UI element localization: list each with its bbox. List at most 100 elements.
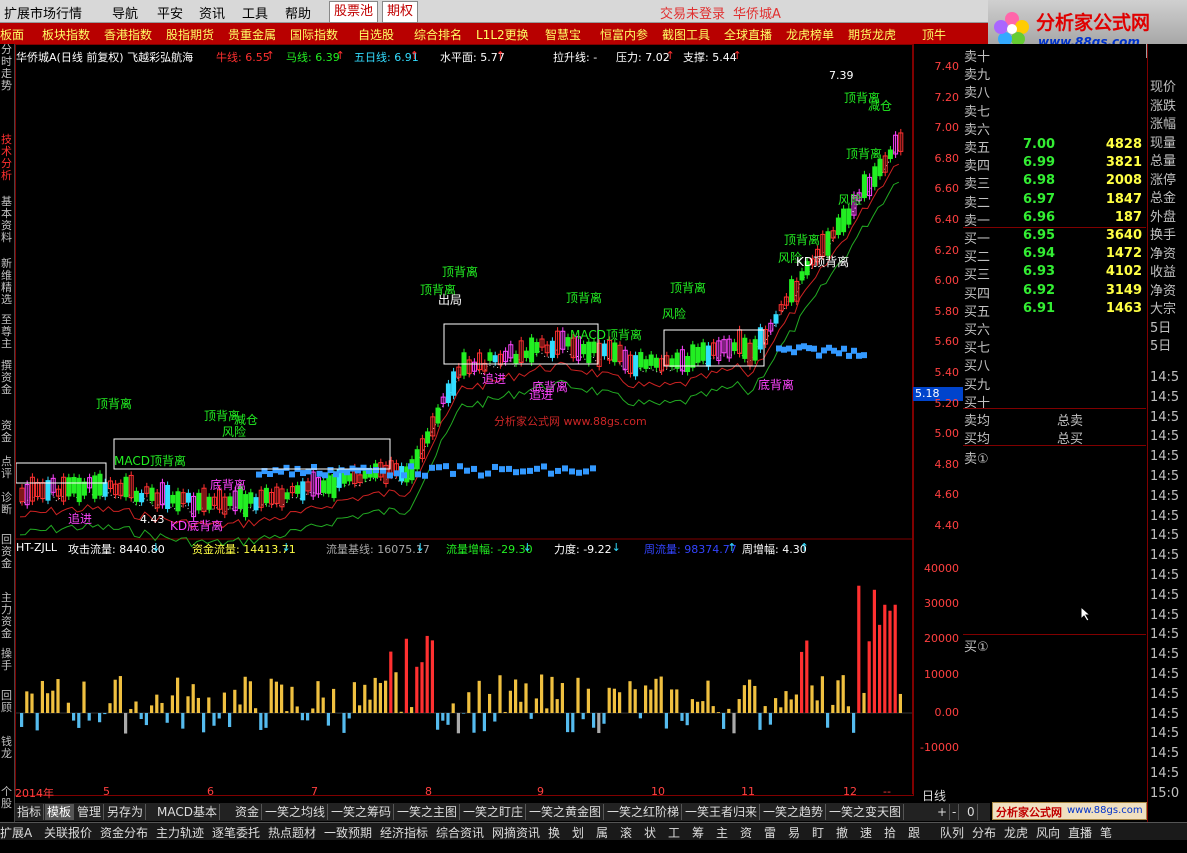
bid-row-2[interactable]: 买二 6.94 1472: [963, 246, 1146, 265]
ask-row-5[interactable]: 卖五 7.00 4828: [963, 137, 1146, 156]
status-item-21[interactable]: 盯: [812, 824, 824, 841]
nav-ranking[interactable]: 综合排名: [414, 26, 462, 43]
menu-pingan[interactable]: 平安: [157, 3, 183, 22]
status-item-9[interactable]: 网摘资讯: [492, 824, 540, 841]
left-tab-7[interactable]: 点评: [0, 456, 13, 480]
status-item-28[interactable]: 龙虎: [1004, 824, 1028, 841]
status-item-7[interactable]: 经济指标: [380, 824, 428, 841]
formula-tab-2[interactable]: 管理: [75, 804, 105, 820]
status-item-20[interactable]: 易: [788, 824, 800, 841]
left-tab-2[interactable]: 基本资料: [0, 196, 13, 244]
nav-board[interactable]: 板面: [0, 26, 24, 43]
status-item-8[interactable]: 综合资讯: [436, 824, 484, 841]
login-status[interactable]: 交易未登录: [660, 3, 725, 22]
nav-sector-index[interactable]: 板块指数: [42, 26, 90, 43]
period-label[interactable]: 日线: [922, 787, 946, 804]
formula-tab-0[interactable]: 指标: [15, 804, 45, 820]
status-item-1[interactable]: 关联报价: [44, 824, 92, 841]
status-item-13[interactable]: 滚: [620, 824, 632, 841]
left-tab-13[interactable]: 钱龙: [0, 736, 13, 760]
status-item-6[interactable]: 一致预期: [324, 824, 372, 841]
nav-dragon-tiger[interactable]: 龙虎榜单: [786, 26, 834, 43]
bid-row-5[interactable]: 买五 6.91 1463: [963, 301, 1146, 320]
status-item-10[interactable]: 换: [548, 824, 560, 841]
status-item-3[interactable]: 主力轨迹: [156, 824, 204, 841]
status-item-0[interactable]: 扩展A: [0, 824, 32, 841]
nav-global-live[interactable]: 全球直播: [724, 26, 772, 43]
status-item-11[interactable]: 划: [572, 824, 584, 841]
status-item-4[interactable]: 逐笔委托: [212, 824, 260, 841]
status-item-16[interactable]: 筹: [692, 824, 704, 841]
formula-tab-5[interactable]: 资金: [233, 804, 263, 820]
status-item-5[interactable]: 热点题材: [268, 824, 316, 841]
left-tab-1[interactable]: 技术分析: [0, 134, 13, 182]
nav-screenshot-tool[interactable]: 截图工具: [662, 26, 710, 43]
nav-index-futures[interactable]: 股指期货: [166, 26, 214, 43]
menu-extended-market[interactable]: 扩展市场行情: [4, 3, 82, 22]
ask-row-1[interactable]: 卖一 6.96 187: [963, 210, 1146, 229]
formula-tab-13[interactable]: 一笑之趋势: [761, 804, 827, 820]
nav-hk-index[interactable]: 香港指数: [104, 26, 152, 43]
left-tab-0[interactable]: 分时走势: [0, 44, 13, 92]
status-item-25[interactable]: 跟: [908, 824, 920, 841]
tab-control-0[interactable]: +: [935, 804, 951, 820]
formula-tab-11[interactable]: 一笑之红阶梯: [605, 804, 683, 820]
ask-row-4[interactable]: 卖四 6.99 3821: [963, 155, 1146, 174]
status-item-15[interactable]: 工: [668, 824, 680, 841]
left-tab-14[interactable]: 个股: [0, 786, 13, 810]
nav-l1l2-switch[interactable]: L1L2更换: [476, 26, 529, 43]
nav-precious-metals[interactable]: 贵重金属: [228, 26, 276, 43]
formula-tab-8[interactable]: 一笑之主图: [395, 804, 461, 820]
nav-global-index[interactable]: 国际指数: [290, 26, 338, 43]
formula-tab-6[interactable]: 一笑之均线: [263, 804, 329, 820]
tab-control-1[interactable]: -: [950, 804, 960, 820]
formula-tab-14[interactable]: 一笑之变天图: [827, 804, 905, 820]
menu-help[interactable]: 帮助: [285, 3, 311, 22]
left-tab-9[interactable]: 回资金: [0, 534, 13, 570]
tab-options[interactable]: 期权: [382, 1, 419, 23]
status-item-23[interactable]: 速: [860, 824, 872, 841]
nav-watchlist[interactable]: 自选股: [358, 26, 394, 43]
formula-tab-3[interactable]: 另存为: [105, 804, 147, 820]
formula-tab-1[interactable]: 模板: [45, 804, 75, 820]
menu-tools[interactable]: 工具: [242, 3, 268, 22]
ask-row-2[interactable]: 卖二 6.97 1847: [963, 192, 1146, 211]
formula-tab-7[interactable]: 一笑之筹码: [329, 804, 395, 820]
status-item-24[interactable]: 拾: [884, 824, 896, 841]
kline-chart-panel[interactable]: 华侨城A(日线 前复权) 飞越彩弘航海 牛线: 6.55 ↑ 马线: 6.39 ↑ 五日…: [15, 44, 914, 796]
left-tab-4[interactable]: 至尊主: [0, 314, 13, 350]
nav-hengfu[interactable]: 恒富内参: [600, 26, 648, 43]
menu-navigation[interactable]: 导航: [112, 3, 138, 22]
ask-row-3[interactable]: 卖三 6.98 2008: [963, 173, 1146, 192]
menu-info[interactable]: 资讯: [199, 3, 225, 22]
formula-tab-4[interactable]: MACD基本: [155, 804, 220, 820]
bid-row-4[interactable]: 买四 6.92 3149: [963, 283, 1146, 302]
bid-row-1[interactable]: 买一 6.95 3640: [963, 228, 1146, 247]
status-item-18[interactable]: 资: [740, 824, 752, 841]
status-item-31[interactable]: 笔: [1100, 824, 1112, 841]
left-tab-3[interactable]: 新维精选: [0, 258, 13, 306]
status-item-14[interactable]: 状: [644, 824, 656, 841]
formula-tab-10[interactable]: 一笑之黄金图: [527, 804, 605, 820]
status-item-22[interactable]: 撤: [836, 824, 848, 841]
left-tab-8[interactable]: 诊断: [0, 492, 13, 516]
status-item-17[interactable]: 主: [716, 824, 728, 841]
left-tab-12[interactable]: 回顾: [0, 690, 13, 714]
formula-tab-12[interactable]: 一笑王者归来: [683, 804, 761, 820]
status-item-27[interactable]: 分布: [972, 824, 996, 841]
left-tab-6[interactable]: 资金: [0, 420, 13, 444]
tab-stock-pool[interactable]: 股票池: [329, 1, 379, 23]
left-tab-11[interactable]: 操手: [0, 648, 13, 672]
status-item-26[interactable]: 队列: [940, 824, 964, 841]
nav-dingniu[interactable]: 顶牛: [922, 26, 946, 43]
left-tab-5[interactable]: 撰资金: [0, 360, 13, 396]
status-item-12[interactable]: 属: [596, 824, 608, 841]
formula-tab-9[interactable]: 一笑之盯庄: [461, 804, 527, 820]
bid-row-3[interactable]: 买三 6.93 4102: [963, 264, 1146, 283]
status-item-2[interactable]: 资金分布: [100, 824, 148, 841]
left-tab-10[interactable]: 主力资金: [0, 592, 13, 640]
tab-control-2[interactable]: 0: [965, 804, 978, 820]
nav-zhihuibao[interactable]: 智慧宝: [545, 26, 581, 43]
status-item-19[interactable]: 雷: [764, 824, 776, 841]
status-item-30[interactable]: 直播: [1068, 824, 1092, 841]
